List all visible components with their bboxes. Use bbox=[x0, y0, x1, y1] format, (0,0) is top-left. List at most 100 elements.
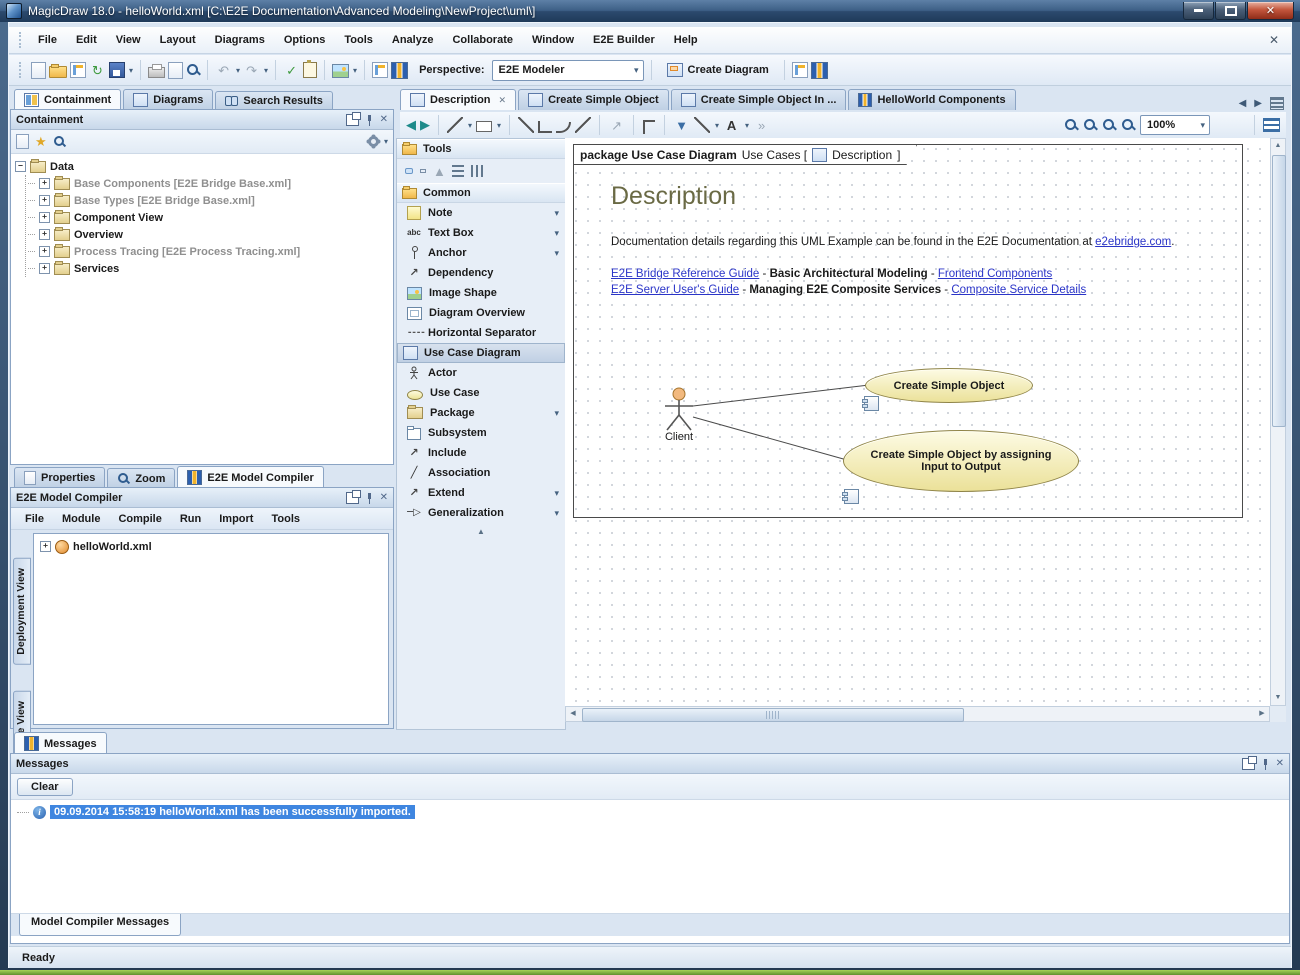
layers-icon[interactable] bbox=[1263, 118, 1280, 132]
horizontal-scroll-thumb[interactable] bbox=[582, 708, 964, 722]
select-tool-icon[interactable] bbox=[405, 168, 413, 174]
tab-create-simple-object-in[interactable]: Create Simple Object In ... bbox=[671, 89, 847, 110]
tab-messages[interactable]: Messages bbox=[14, 732, 107, 754]
close-panel-icon[interactable]: ✕ bbox=[1276, 758, 1284, 769]
scroll-tabs-right-icon[interactable]: ▶ bbox=[1254, 98, 1262, 109]
float-panel-icon[interactable] bbox=[1242, 758, 1255, 770]
float-panel-icon[interactable] bbox=[346, 114, 359, 126]
tab-create-simple-object[interactable]: Create Simple Object bbox=[518, 89, 669, 110]
menu-tools[interactable]: Tools bbox=[335, 30, 382, 50]
chevron-down-icon[interactable]: ▾ bbox=[554, 228, 559, 239]
scroll-tabs-left-icon[interactable]: ◀ bbox=[1239, 98, 1247, 109]
pin-panel-icon[interactable] bbox=[364, 493, 375, 503]
tab-diagrams[interactable]: Diagrams bbox=[123, 89, 213, 110]
tab-helloworld-components[interactable]: HelloWorld Components bbox=[848, 89, 1015, 110]
vertical-scrollbar[interactable]: ▲ ▼ bbox=[1270, 138, 1286, 706]
tab-containment[interactable]: Containment bbox=[14, 89, 121, 110]
palette-item-diagram-overview[interactable]: Diagram Overview bbox=[397, 303, 565, 323]
line-color-dropdown-icon[interactable]: ▾ bbox=[715, 121, 719, 130]
use-case-create-simple-object[interactable]: Create Simple Object bbox=[865, 368, 1033, 403]
expand-icon[interactable]: + bbox=[39, 195, 50, 206]
expand-icon[interactable]: + bbox=[39, 246, 50, 257]
refactor-tool-icon[interactable] bbox=[643, 120, 655, 134]
palette-item-package[interactable]: Package ▾ bbox=[397, 403, 565, 423]
palette-item-extend[interactable]: ↗ Extend ▾ bbox=[397, 483, 565, 503]
tree-row[interactable]: + Component View bbox=[26, 209, 391, 226]
menu-options[interactable]: Options bbox=[275, 30, 335, 50]
print-zoom-icon[interactable] bbox=[186, 63, 200, 77]
vertical-scroll-thumb[interactable] bbox=[1272, 155, 1286, 427]
use-case-create-simple-object-by-assigning[interactable]: Create Simple Object by assigning Input … bbox=[843, 430, 1079, 492]
zoom-actual-icon[interactable] bbox=[1121, 118, 1135, 132]
e2ebridge-link[interactable]: e2ebridge.com bbox=[1095, 236, 1171, 248]
shape-tool-icon[interactable] bbox=[447, 117, 463, 133]
palette-section-common[interactable]: Common bbox=[397, 183, 565, 203]
tab-deployment-view[interactable]: Deployment View bbox=[13, 558, 31, 665]
compiler-menu-run[interactable]: Run bbox=[172, 511, 209, 527]
elbow-line-tool-icon[interactable] bbox=[538, 121, 552, 133]
tab-model-compiler-messages[interactable]: Model Compiler Messages bbox=[19, 914, 181, 936]
redo-dropdown-icon[interactable]: ▾ bbox=[264, 66, 268, 75]
actor-client[interactable] bbox=[659, 386, 699, 432]
save-icon[interactable] bbox=[109, 62, 125, 78]
model-transform-icon[interactable] bbox=[811, 62, 828, 79]
reference-guide-link[interactable]: E2E Bridge Reference Guide bbox=[611, 268, 759, 280]
zoom-in-icon[interactable] bbox=[1064, 118, 1078, 132]
e2e-elements-icon[interactable] bbox=[391, 62, 408, 79]
close-icon[interactable]: ✕ bbox=[1263, 33, 1285, 47]
scroll-down-icon[interactable]: ▼ bbox=[1271, 691, 1285, 705]
collapse-icon[interactable]: − bbox=[15, 161, 26, 172]
zoom-out-icon[interactable] bbox=[1083, 118, 1097, 132]
expand-icon[interactable]: + bbox=[39, 212, 50, 223]
favorites-icon[interactable]: ★ bbox=[35, 135, 47, 149]
create-diagram-button[interactable]: Create Diagram bbox=[659, 60, 777, 80]
marquee-tool-icon[interactable] bbox=[420, 169, 426, 173]
chevron-down-icon[interactable]: ▾ bbox=[554, 488, 559, 499]
close-tab-icon[interactable]: ✕ bbox=[499, 95, 507, 106]
palette-item-use-case[interactable]: Use Case bbox=[397, 383, 565, 403]
float-panel-icon[interactable] bbox=[346, 492, 359, 504]
expand-icon[interactable]: + bbox=[40, 541, 51, 552]
zoom-level-select[interactable]: 100% ▾ bbox=[1140, 115, 1210, 135]
tree-row[interactable]: + Base Types [E2E Bridge Base.xml] bbox=[26, 192, 391, 209]
expand-icon[interactable]: + bbox=[39, 263, 50, 274]
palette-item-association[interactable]: ╱ Association bbox=[397, 463, 565, 483]
line-tool-icon[interactable] bbox=[518, 117, 534, 133]
dependency-matrix-icon[interactable] bbox=[792, 62, 808, 78]
chevron-down-icon[interactable]: ▾ bbox=[554, 208, 559, 219]
compiler-menu-file[interactable]: File bbox=[17, 511, 52, 527]
teamwork-icon[interactable] bbox=[70, 62, 86, 78]
palette-item-subsystem[interactable]: Subsystem bbox=[397, 423, 565, 443]
palette-item-include[interactable]: ↗ Include bbox=[397, 443, 565, 463]
diagram-frame-header[interactable]: package Use Case Diagram Use Cases [ Des… bbox=[573, 144, 917, 165]
magnet-tool-icon[interactable]: ▲ bbox=[433, 163, 445, 180]
palette-item-horizontal-separator[interactable]: ---- Horizontal Separator bbox=[397, 323, 565, 343]
message-entry[interactable]: i 09.09.2014 15:58:19 helloWorld.xml has… bbox=[17, 805, 1283, 819]
tree-row-helloworld[interactable]: + helloWorld.xml bbox=[38, 538, 384, 555]
oblique-line-tool-icon[interactable] bbox=[575, 117, 591, 133]
palette-item-actor[interactable]: Actor bbox=[397, 363, 565, 383]
menu-layout[interactable]: Layout bbox=[151, 30, 205, 50]
new-project-icon[interactable] bbox=[31, 62, 46, 79]
tree-row[interactable]: + Services bbox=[26, 260, 391, 277]
tab-description[interactable]: Description ✕ bbox=[400, 89, 516, 110]
menu-edit[interactable]: Edit bbox=[67, 30, 106, 50]
undo-dropdown-icon[interactable]: ▾ bbox=[236, 66, 240, 75]
palette-scroll-up-icon[interactable]: ▲ bbox=[397, 523, 565, 536]
gear-icon[interactable] bbox=[368, 136, 379, 147]
server-users-guide-link[interactable]: E2E Server User's Guide bbox=[611, 284, 739, 296]
pin-panel-icon[interactable] bbox=[1260, 759, 1271, 769]
palette-section-tools[interactable]: Tools bbox=[397, 139, 565, 159]
tab-search-results[interactable]: Search Results bbox=[215, 91, 332, 110]
rect-tool-dropdown-icon[interactable]: ▾ bbox=[497, 121, 501, 130]
palette-item-text-box[interactable]: abc Text Box ▾ bbox=[397, 223, 565, 243]
reset-labels-icon[interactable]: ↗ bbox=[608, 117, 625, 134]
pin-panel-icon[interactable] bbox=[364, 115, 375, 125]
nav-forward-icon[interactable]: ▶ bbox=[420, 117, 430, 133]
maximize-button[interactable] bbox=[1215, 2, 1246, 20]
annotations-icon[interactable] bbox=[303, 62, 317, 78]
diagram-canvas[interactable]: package Use Case Diagram Use Cases [ Des… bbox=[565, 138, 1270, 706]
redo-icon[interactable]: ↷ bbox=[243, 62, 260, 79]
compiler-menu-compile[interactable]: Compile bbox=[110, 511, 169, 527]
zoom-fit-icon[interactable] bbox=[1102, 118, 1116, 132]
